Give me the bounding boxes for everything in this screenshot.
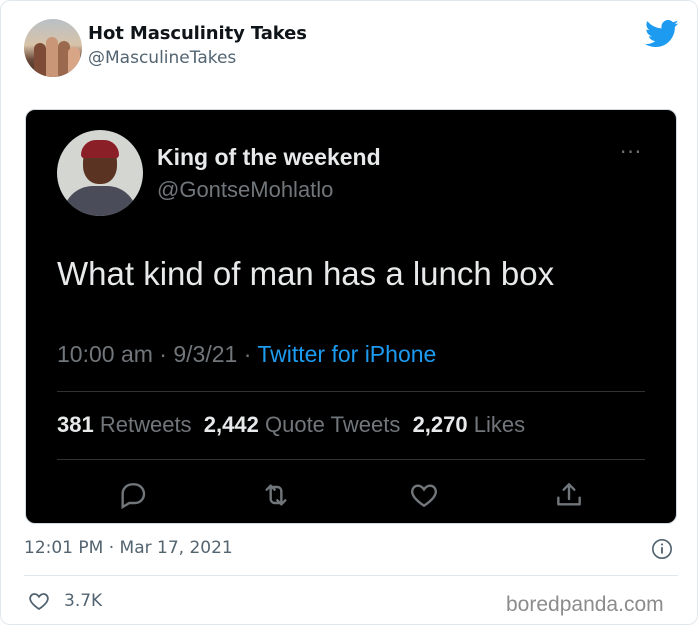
tweet-text: What kind of man has a lunch box	[57, 255, 555, 292]
retweet-count: 381	[57, 412, 94, 437]
quoted-tweet-screenshot[interactable]: King of the weekend @GontseMohlatlo ··· …	[25, 109, 677, 524]
separator: ·	[237, 341, 258, 367]
display-name: King of the weekend	[157, 144, 381, 170]
info-icon[interactable]	[651, 538, 673, 560]
divider	[57, 391, 645, 392]
quote-label: Quote Tweets	[264, 412, 401, 437]
tweet-stats: 381 Retweets 2,442 Quote Tweets 2,270 Li…	[57, 412, 525, 438]
divider	[24, 575, 678, 576]
divider	[57, 459, 645, 460]
tweet-source: Twitter for iPhone	[257, 341, 437, 367]
tweet-meta: 10:00 am · 9/3/21 · Twitter for iPhone	[57, 341, 436, 368]
outer-tweet-card: Hot Masculinity Takes @MasculineTakes Ki…	[0, 0, 698, 625]
display-name[interactable]: Hot Masculinity Takes	[88, 23, 307, 44]
retweet-icon	[260, 479, 292, 511]
watermark: boredpanda.com	[506, 593, 664, 616]
tweet-time: 10:00 am	[57, 341, 153, 367]
heart-icon[interactable]	[27, 589, 51, 613]
retweet-label: Retweets	[99, 412, 192, 437]
separator: ·	[152, 341, 174, 367]
like-icon	[408, 479, 440, 511]
avatar[interactable]	[24, 19, 82, 77]
like-count[interactable]: 3.7K	[64, 591, 102, 611]
quote-count: 2,442	[203, 412, 259, 437]
tweet-timestamp[interactable]: 12:01 PM · Mar 17, 2021	[24, 538, 233, 558]
twitter-bird-icon[interactable]	[645, 19, 679, 49]
share-icon	[553, 479, 585, 511]
reply-icon	[116, 479, 148, 511]
handle: @GontseMohlatlo	[157, 177, 334, 202]
avatar	[57, 130, 143, 216]
handle[interactable]: @MasculineTakes	[88, 48, 236, 68]
tweet-date: 9/3/21	[173, 341, 238, 367]
like-label: Likes	[473, 412, 526, 437]
like-count: 2,270	[412, 412, 468, 437]
more-options-icon: ···	[620, 140, 643, 164]
